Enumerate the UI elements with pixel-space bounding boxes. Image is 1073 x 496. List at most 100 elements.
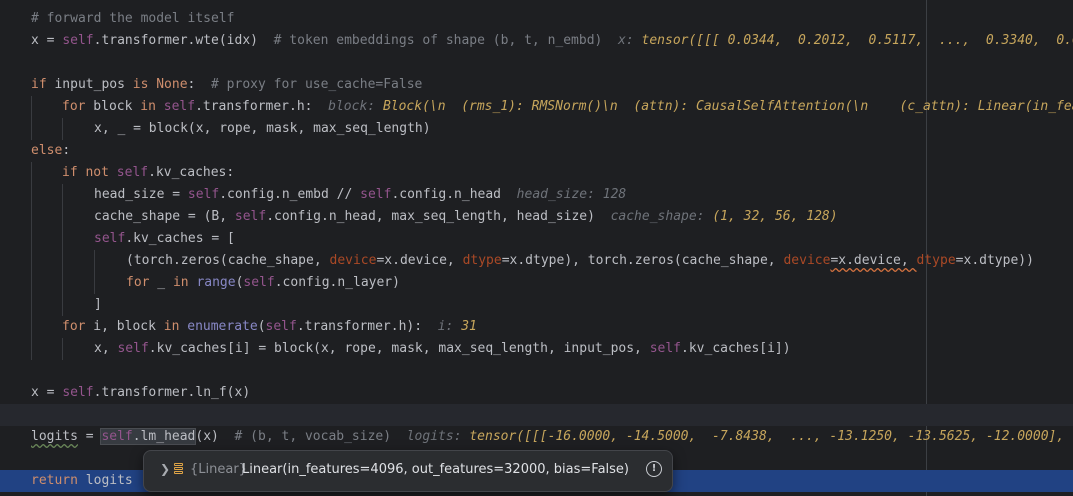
inline-value[interactable]: tensor([[[ 0.0344, 0.2012, 0.5117, ..., … — [642, 33, 1073, 48]
code-line-5[interactable]: for block in self.transformer.h: block: … — [0, 96, 1073, 118]
code-text: logits — [31, 429, 78, 444]
self-keyword: self — [243, 275, 275, 290]
keyword-argument: device — [783, 253, 831, 268]
self-keyword: self — [163, 99, 196, 114]
code-text: (torch.zeros(cache_shape, — [126, 253, 330, 268]
code-text: cache_shape = (B, — [94, 209, 235, 224]
comment: # forward the model itself — [31, 11, 235, 26]
keyword: is — [132, 77, 149, 92]
inline-value[interactable]: tensor([[[-16.0000, -14.5000, -7.8438, .… — [469, 429, 1064, 444]
code-text: i, block — [85, 319, 164, 334]
code-text: =x.dtype), torch.zeros(cache_shape, — [501, 253, 784, 268]
inline-value-label: cache_shape: — [610, 209, 705, 224]
code-text: .transformer.wte(idx) — [93, 33, 274, 48]
code-line-10[interactable]: cache_shape = (B, self.config.n_head, ma… — [0, 206, 1073, 228]
comment: # (b, t, vocab_size) — [234, 429, 392, 444]
code-text: ( — [257, 319, 266, 334]
keyword: not — [85, 165, 109, 180]
code-line-20[interactable]: logits = self.lm_head(x) # (b, t, vocab_… — [0, 426, 1073, 448]
variable-value-popup[interactable]: ❯ {Linear} Linear(in_features=4096, out_… — [143, 450, 673, 492]
code-line-1[interactable]: # forward the model itself — [0, 8, 1073, 30]
self-keyword: self — [265, 319, 297, 334]
indent-guide — [31, 184, 32, 206]
keyword: in — [172, 275, 189, 290]
code-line-14[interactable]: ] — [0, 294, 1073, 316]
self-keyword: self — [117, 341, 149, 356]
code-text: = — [77, 429, 102, 444]
code-line-7[interactable]: else: — [0, 140, 1073, 162]
indent-guide — [31, 162, 32, 184]
code-text: logits — [77, 473, 133, 488]
self-keyword: self — [116, 165, 149, 180]
code-text: x, _ = block(x, rope, mask, max_seq_leng… — [94, 121, 431, 136]
code-text: .kv_caches[i] = block(x, rope, mask, max… — [148, 341, 650, 356]
keyword: in — [163, 319, 180, 334]
indent-guide — [31, 294, 32, 316]
code-text: (x) — [195, 429, 235, 444]
keyword: for — [126, 275, 150, 290]
code-line-18[interactable]: x = self.transformer.ln_f(x) — [0, 382, 1073, 404]
keyword: if — [31, 77, 47, 92]
indent-guide — [31, 206, 32, 228]
code-text: input_pos — [46, 77, 133, 92]
self-keyword: self — [62, 385, 94, 400]
value-type-label: {Linear} — [190, 462, 247, 477]
indent-guide — [62, 118, 63, 140]
keyword: for — [62, 319, 86, 334]
code-text: .kv_caches[i]) — [681, 341, 791, 356]
code-line-9[interactable]: head_size = self.config.n_embd // self.c… — [0, 184, 1073, 206]
code-text: x, — [94, 341, 118, 356]
chevron-right-icon[interactable]: ❯ — [160, 462, 170, 476]
code-line-4[interactable]: if input_pos is None: # proxy for use_ca… — [0, 74, 1073, 96]
inline-value[interactable]: 128 — [603, 187, 626, 202]
code-line-6[interactable]: x, _ = block(x, rope, mask, max_seq_leng… — [0, 118, 1073, 140]
indent-guide — [31, 228, 32, 250]
code-line-15[interactable]: for i, block in enumerate(self.transform… — [0, 316, 1073, 338]
inline-value[interactable]: Block(\n (rms_1): RMSNorm()\n (attn): Ca… — [383, 99, 1073, 114]
keyword: for — [62, 99, 86, 114]
inline-value[interactable]: (1, 32, 56, 128) — [712, 209, 837, 224]
code-text: : — [62, 143, 71, 158]
keyword: else — [31, 143, 63, 158]
code-text: .config.n_head, max_seq_length, head_siz… — [266, 209, 611, 224]
code-text: .transformer.h): — [296, 319, 438, 334]
code-line-11[interactable]: self.kv_caches = [ — [0, 228, 1073, 250]
inline-value-label: x: — [618, 33, 634, 48]
code-text: .config.n_head — [391, 187, 517, 202]
code-text: x = — [31, 385, 63, 400]
code-line-13[interactable]: for _ in range(self.config.n_layer) — [0, 272, 1073, 294]
inline-value-label: logits: — [406, 429, 462, 444]
value-description: Linear(in_features=4096, out_features=32… — [242, 462, 629, 477]
indent-guide — [62, 250, 63, 272]
code-line-8[interactable]: if not self.kv_caches: — [0, 162, 1073, 184]
indent-guide — [31, 316, 32, 338]
code-text: x = — [31, 33, 63, 48]
code-editor[interactable]: # forward the model itself x = self.tran… — [0, 0, 1073, 496]
code-text: .kv_caches = [ — [125, 231, 235, 246]
code-line-12[interactable]: (torch.zeros(cache_shape, device=x.devic… — [0, 250, 1073, 272]
code-text: ] — [94, 297, 102, 312]
info-icon[interactable]: ! — [646, 461, 662, 477]
inline-value[interactable]: 31 — [461, 319, 477, 334]
indent-guide — [62, 294, 63, 316]
code-text: .transformer.h: — [195, 99, 329, 114]
indent-guide — [31, 272, 32, 294]
indent-guide — [31, 338, 32, 360]
builtin-function: enumerate — [187, 319, 258, 334]
code-line-2[interactable]: x = self.transformer.wte(idx) # token em… — [0, 30, 1073, 52]
hovered-symbol[interactable]: .lm_head — [133, 429, 196, 444]
comment: # proxy for use_cache=False — [211, 77, 423, 92]
keyword-argument: device — [329, 253, 377, 268]
code-text: head_size = — [94, 187, 188, 202]
self-keyword: self — [234, 209, 267, 224]
inline-value-label: head_size: — [516, 187, 595, 202]
indent-guide — [62, 272, 63, 294]
code-line-19-current[interactable] — [0, 404, 1073, 426]
indent-guide — [94, 250, 95, 272]
indent-guide — [62, 184, 63, 206]
indent-guide — [62, 338, 63, 360]
code-line-16[interactable]: x, self.kv_caches[i] = block(x, rope, ma… — [0, 338, 1073, 360]
indent-guide — [94, 272, 95, 294]
field-stack-icon — [174, 463, 184, 477]
